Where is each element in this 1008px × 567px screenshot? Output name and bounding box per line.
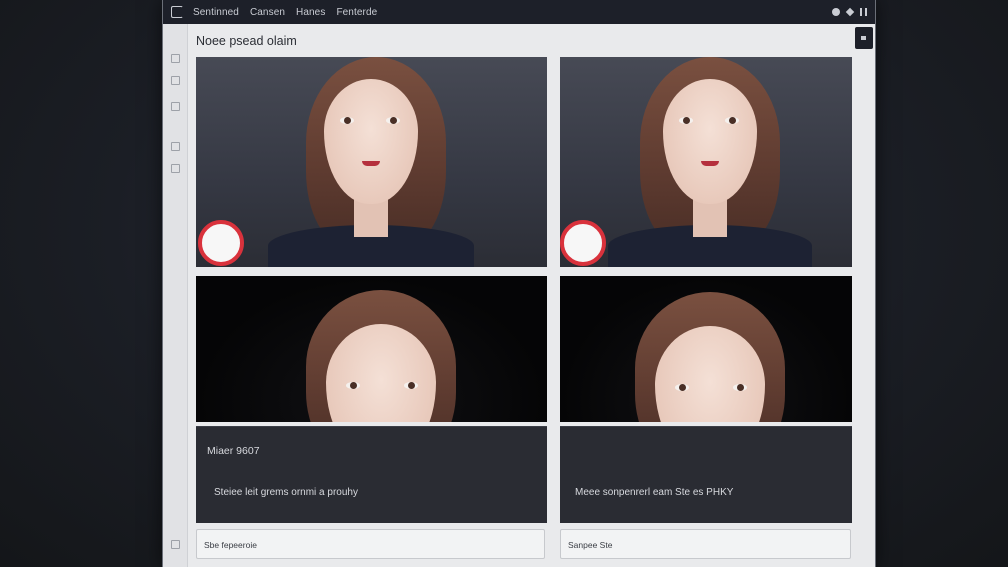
info-panel-right: Meee sonpenrerl eam Ste es PHKY (560, 426, 852, 523)
nav-item-hanes[interactable]: Hanes (296, 7, 325, 18)
input-field-left[interactable]: Sbe fepeeroie (196, 529, 545, 559)
input-field-left-label: Sbe fepeeroie (204, 540, 257, 550)
app-window: Sentinned Cansen Hanes Fenterde Noee pse… (162, 0, 876, 567)
nav-item-cansen[interactable]: Cansen (250, 7, 285, 18)
portrait-eye-right (733, 384, 747, 391)
info-heading-left: Miaer 9607 (207, 445, 260, 457)
photo-top-right[interactable] (560, 57, 852, 267)
sidebar-icon-2[interactable] (171, 76, 180, 85)
info-panel-left: Miaer 9607 Steiee leit grems ornmi a pro… (196, 426, 547, 523)
top-nav-bar: Sentinned Cansen Hanes Fenterde (163, 0, 875, 24)
portrait-eye-left (675, 384, 689, 391)
record-icon[interactable] (198, 220, 244, 266)
sidebar-icon-5[interactable] (171, 164, 180, 173)
nav-item-sentinned[interactable]: Sentinned (193, 7, 239, 18)
nav-item-fenterde[interactable]: Fenterde (336, 7, 377, 18)
topbar-actions (832, 7, 867, 17)
sidebar-icon-6[interactable] (171, 540, 180, 549)
photo-middle-left[interactable] (196, 276, 547, 422)
pause-icon[interactable] (860, 8, 867, 16)
page-title: Noee psead olaim (196, 34, 297, 48)
menu-button[interactable] (855, 27, 873, 49)
input-field-right[interactable]: Sanpee Ste (560, 529, 851, 559)
portrait-eye-left (346, 382, 360, 389)
sidebar-icon-1[interactable] (171, 54, 180, 63)
portrait-eye-left (679, 117, 693, 124)
portrait-eye-right (725, 117, 739, 124)
input-field-right-label: Sanpee Ste (568, 540, 613, 550)
portrait-eye-left (340, 117, 354, 124)
portrait-mouth (701, 161, 719, 166)
top-nav: Sentinned Cansen Hanes Fenterde (193, 7, 377, 18)
app-logo-icon[interactable] (171, 6, 183, 18)
photo-top-left[interactable] (196, 57, 547, 267)
globe-icon[interactable] (832, 8, 840, 16)
record-icon[interactable] (560, 220, 606, 266)
portrait-mouth (362, 161, 380, 166)
left-sidebar (163, 24, 188, 567)
sidebar-icon-4[interactable] (171, 142, 180, 151)
portrait-eye-right (404, 382, 418, 389)
sidebar-icon-3[interactable] (171, 102, 180, 111)
info-body-right: Meee sonpenrerl eam Ste es PHKY (575, 487, 734, 498)
photo-middle-right[interactable] (560, 276, 852, 422)
bell-icon[interactable] (845, 7, 855, 17)
portrait-eye-right (386, 117, 400, 124)
info-body-left: Steiee leit grems ornmi a prouhy (214, 487, 358, 498)
